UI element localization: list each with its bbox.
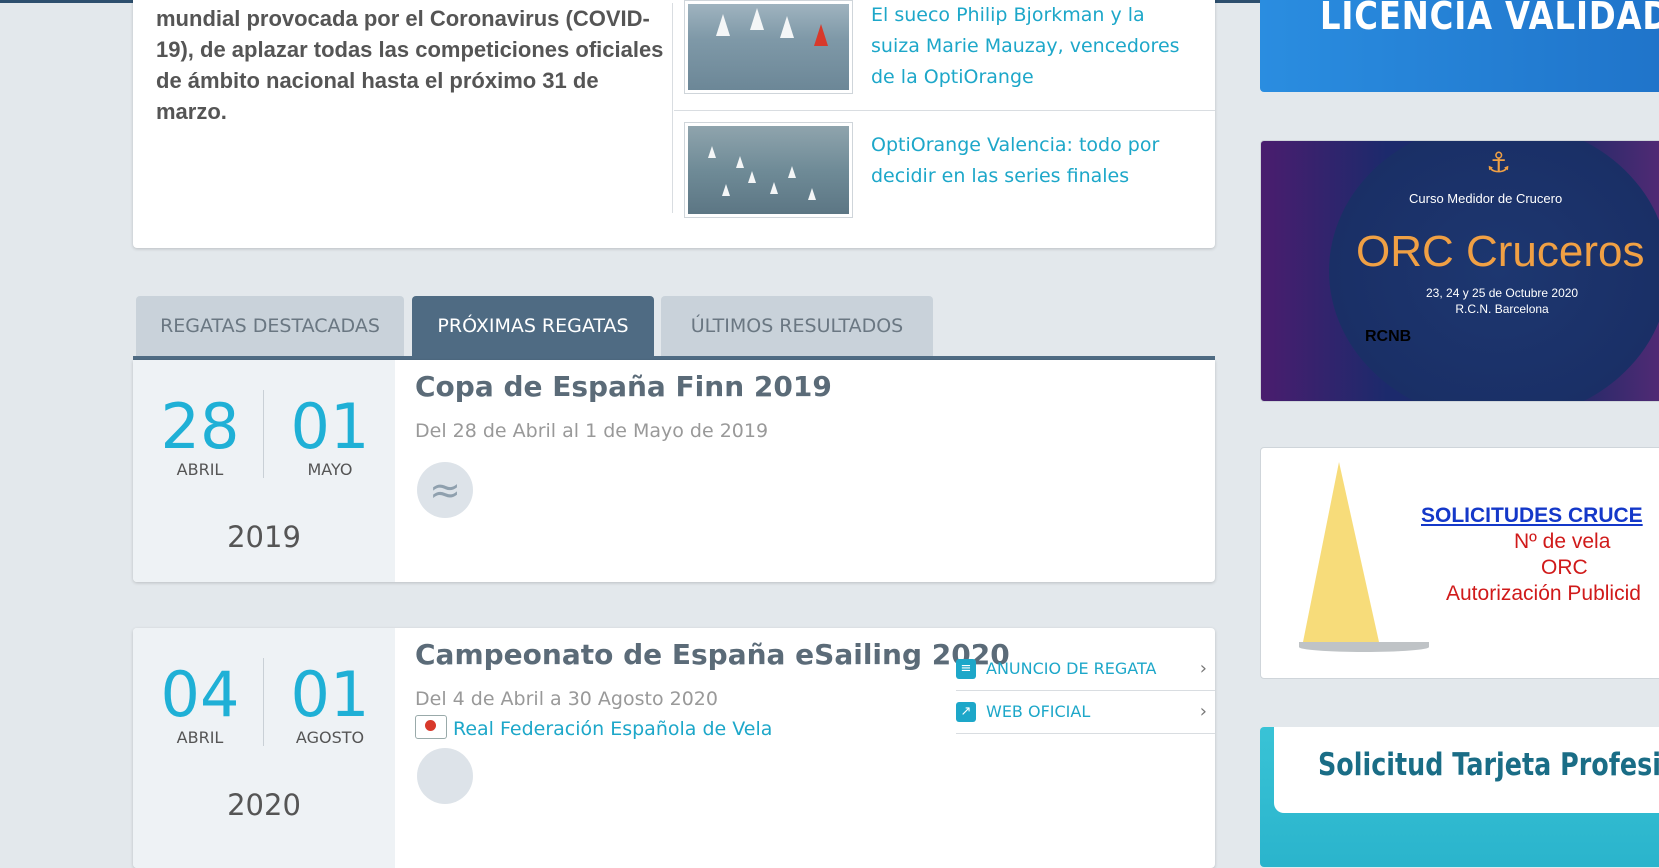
banner-title: ORC Cruceros	[1356, 227, 1645, 276]
banner-text: Solicitud Tarjeta Profesiona	[1318, 747, 1659, 783]
news-thumbnail[interactable]	[684, 0, 853, 94]
tab-ultimos-resultados[interactable]: ÚLTIMOS RESULTADOS	[661, 296, 933, 356]
news-divider	[672, 3, 673, 213]
web-oficial-link[interactable]: ↗ WEB OFICIAL ›	[956, 691, 1215, 734]
start-month: ABRIL	[176, 728, 224, 747]
banner-course: Curso Medidor de Crucero	[1409, 191, 1563, 206]
date-column: 28 ABRIL 01 MAYO 2019	[133, 360, 395, 582]
chevron-right-icon: ›	[1199, 658, 1207, 679]
sailboat-icon	[1303, 462, 1379, 642]
news-item-divider	[674, 110, 1215, 111]
class-placeholder-icon	[417, 748, 473, 804]
event-dates: Del 28 de Abril al 1 de Mayo de 2019	[415, 420, 769, 442]
banner-heading[interactable]: SOLICITUDES CRUCE	[1421, 504, 1643, 528]
banner-text: LICENCIA VALIDADA	[1320, 0, 1659, 38]
end-day: 01	[290, 390, 370, 463]
event-title[interactable]: Campeonato de España eSailing 2020	[415, 638, 1010, 671]
event-title[interactable]: Copa de España Finn 2019	[415, 370, 832, 403]
event-year: 2019	[227, 520, 301, 554]
orc-logo-icon: ⚓	[1486, 146, 1512, 179]
news-link[interactable]: OptiOrange Valencia: todo por decidir en…	[871, 130, 1191, 192]
end-month: MAYO	[307, 460, 353, 479]
news-thumbnail[interactable]	[684, 122, 853, 218]
tab-proximas-regatas[interactable]: PRÓXIMAS REGATAS	[412, 296, 654, 356]
wave-icon: ≈	[417, 462, 473, 518]
tab-regatas-destacadas[interactable]: REGATAS DESTACADAS	[136, 296, 404, 356]
event-year: 2020	[227, 788, 301, 822]
tarjeta-profesional-banner[interactable]: Solicitud Tarjeta Profesiona	[1260, 727, 1659, 867]
anuncio-de-regata-link[interactable]: ≡ ANUNCIO DE REGATA ›	[956, 648, 1215, 691]
date-separator	[263, 390, 264, 478]
event-links: ≡ ANUNCIO DE REGATA › ↗ WEB OFICIAL ›	[956, 648, 1215, 734]
rcnb-logo: RCNB	[1365, 328, 1412, 345]
start-day: 04	[160, 658, 240, 731]
start-day: 28	[160, 390, 240, 463]
news-link[interactable]: El sueco Philip Bjorkman y la suiza Mari…	[871, 0, 1191, 93]
rfev-logo-icon	[415, 715, 447, 739]
event-card: 28 ABRIL 01 MAYO 2019 Copa de España Fin…	[133, 360, 1215, 582]
date-column: 04 ABRIL 01 AGOSTO 2020	[133, 628, 395, 868]
news-lead-text: mundial provocada por el Coronavirus (CO…	[156, 6, 664, 124]
start-month: ABRIL	[176, 460, 224, 479]
solicitudes-cruceros-banner[interactable]: SOLICITUDES CRUCE Nº de vela ORC Autoriz…	[1260, 447, 1659, 679]
banner-dates: 23, 24 y 25 de Octubre 2020 R.C.N. Barce…	[1426, 286, 1579, 316]
hull-shape	[1299, 642, 1429, 652]
event-dates: Del 4 de Abril a 30 Agosto 2020	[415, 688, 718, 710]
chevron-right-icon: ›	[1199, 701, 1207, 722]
end-month: AGOSTO	[295, 728, 365, 747]
document-icon: ≡	[956, 659, 976, 679]
event-card: 04 ABRIL 01 AGOSTO 2020 Campeonato de Es…	[133, 628, 1215, 868]
banner-line: Autorización Publicid	[1446, 582, 1641, 605]
event-organizer[interactable]: Real Federación Española de Vela	[415, 715, 772, 740]
external-link-icon: ↗	[956, 702, 976, 722]
banner-line: ORC	[1541, 556, 1588, 579]
banner-line: Nº de vela	[1514, 530, 1611, 553]
end-day: 01	[290, 658, 370, 731]
organizer-name: Real Federación Española de Vela	[453, 718, 773, 740]
date-separator	[263, 658, 264, 746]
licencia-validada-banner[interactable]: LICENCIA VALIDADA	[1260, 0, 1659, 92]
orc-cruceros-banner[interactable]: ⚓ Curso Medidor de Crucero ORC Cruceros …	[1260, 140, 1659, 402]
